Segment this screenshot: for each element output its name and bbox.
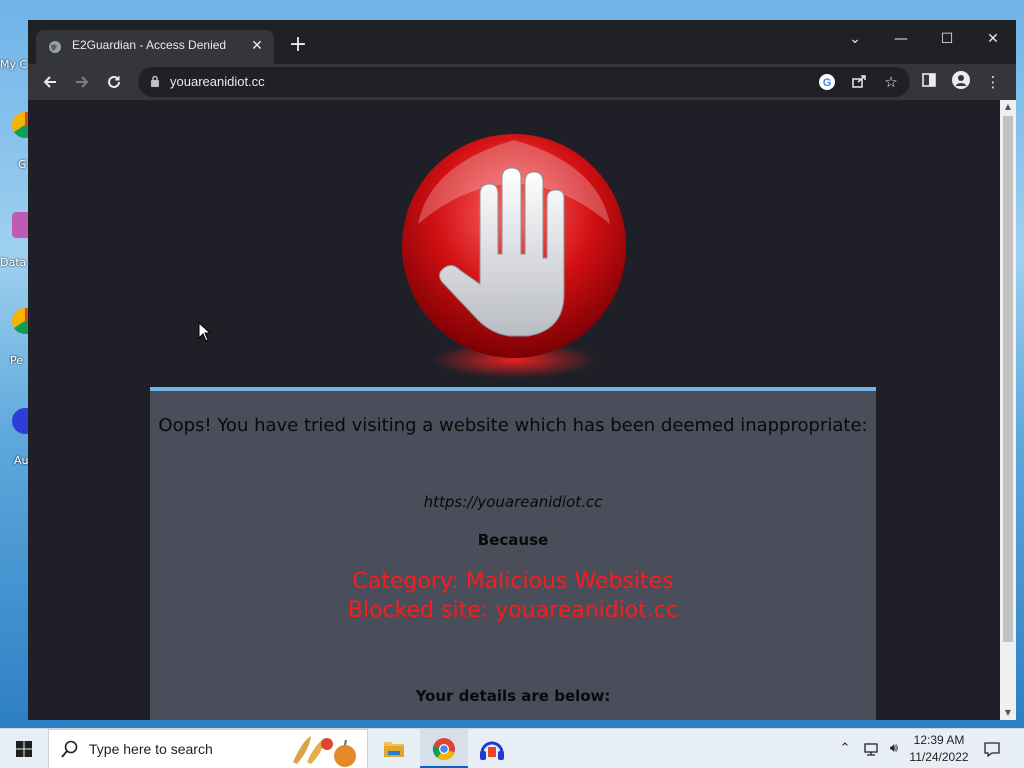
reload-icon [108, 75, 120, 88]
page-scrollbar[interactable]: ▲ ▼ [1000, 100, 1016, 720]
because-label: Because [477, 531, 549, 549]
notifications-icon[interactable] [980, 729, 1004, 768]
bookmark-star-icon[interactable]: ☆ [882, 73, 900, 91]
windows-logo-icon [16, 741, 32, 757]
taskbar-search[interactable]: Type here to search [48, 729, 368, 768]
taskbar-audio-app[interactable] [468, 729, 516, 768]
start-button[interactable] [0, 729, 48, 768]
browser-toolbar: youareanidiot.cc G ☆ ⋮ [28, 64, 1016, 100]
profile-icon[interactable] [950, 71, 972, 93]
arrow-right-icon [76, 76, 89, 88]
chrome-icon [432, 738, 455, 761]
desktop-icon-data[interactable]: Data [0, 212, 38, 282]
address-url: youareanidiot.cc [170, 74, 265, 89]
tab-strip: E2Guardian - Access Denied ✕ + ⌄ — ☐ ✕ [28, 20, 1016, 64]
new-tab-button[interactable]: + [286, 34, 310, 58]
search-placeholder: Type here to search [89, 741, 213, 757]
desktop-icon-my-computer[interactable]: My C [0, 38, 30, 108]
volume-icon[interactable]: 🔊︎ [884, 729, 904, 768]
block-message-panel: Oops! You have tried visiting a website … [150, 387, 876, 720]
tab-active[interactable]: E2Guardian - Access Denied ✕ [36, 30, 274, 64]
clock-time: 12:39 AM [913, 733, 965, 747]
category-text: Category: Malicious Websites [352, 569, 674, 594]
kebab-menu-icon[interactable]: ⋮ [982, 71, 1004, 93]
close-window-button[interactable]: ✕ [970, 24, 1016, 54]
block-message: Oops! You have tried visiting a website … [158, 415, 868, 436]
minimize-button[interactable]: — [878, 24, 924, 54]
headphones-icon [480, 741, 504, 760]
desktop-icon-chrome[interactable]: G [0, 112, 38, 182]
taskbar: Type here to search ⌃ 🔊︎ 12:39 AM 11/24/… [0, 728, 1024, 768]
scroll-up-icon[interactable]: ▲ [1000, 100, 1016, 114]
scrollbar-thumb[interactable] [1003, 116, 1013, 642]
blocked-url: https://youareanidiot.cc [423, 493, 603, 511]
lock-icon [151, 75, 159, 87]
address-bar[interactable]: youareanidiot.cc G ☆ [138, 67, 910, 97]
mouse-pointer-icon [198, 322, 212, 342]
reload-button[interactable] [100, 68, 128, 96]
clock-date: 11/24/2022 [909, 750, 969, 764]
taskbar-file-explorer[interactable] [370, 729, 418, 768]
show-hidden-icons-button[interactable]: ⌃ [836, 729, 854, 768]
google-icon[interactable]: G [818, 73, 836, 91]
tab-close-icon[interactable]: ✕ [248, 37, 266, 55]
side-panel-icon[interactable] [918, 71, 940, 93]
arrow-left-icon [43, 76, 56, 88]
svg-text:G: G [823, 77, 832, 89]
tab-title: E2Guardian - Access Denied [72, 38, 227, 52]
autumn-decoration-icon [293, 736, 356, 767]
block-reason: Category: Malicious Websites Blocked sit… [150, 567, 876, 625]
tab-search-button[interactable]: ⌄ [832, 24, 878, 54]
page-viewport: Oops! You have tried visiting a website … [28, 100, 1000, 720]
desktop-icon-chrome-2[interactable]: Pe [0, 308, 38, 378]
scroll-down-icon[interactable]: ▼ [1000, 706, 1016, 720]
desktop-icon-audio[interactable]: Au [0, 408, 38, 478]
search-icon [61, 740, 78, 758]
stop-hand-icon [402, 134, 626, 378]
back-button[interactable] [36, 68, 64, 96]
globe-icon [49, 41, 61, 53]
folder-icon [384, 742, 404, 757]
blocked-site-text: Blocked site: youareanidiot.cc [347, 598, 679, 623]
share-icon[interactable] [850, 73, 868, 91]
forward-button[interactable] [68, 68, 96, 96]
browser-window: E2Guardian - Access Denied ✕ + ⌄ — ☐ ✕ y… [28, 20, 1016, 720]
maximize-button[interactable]: ☐ [924, 24, 970, 54]
network-icon[interactable] [860, 729, 882, 768]
taskbar-chrome[interactable] [420, 729, 468, 768]
details-heading: Your details are below: [415, 687, 611, 705]
system-clock[interactable]: 12:39 AM 11/24/2022 [902, 732, 976, 766]
